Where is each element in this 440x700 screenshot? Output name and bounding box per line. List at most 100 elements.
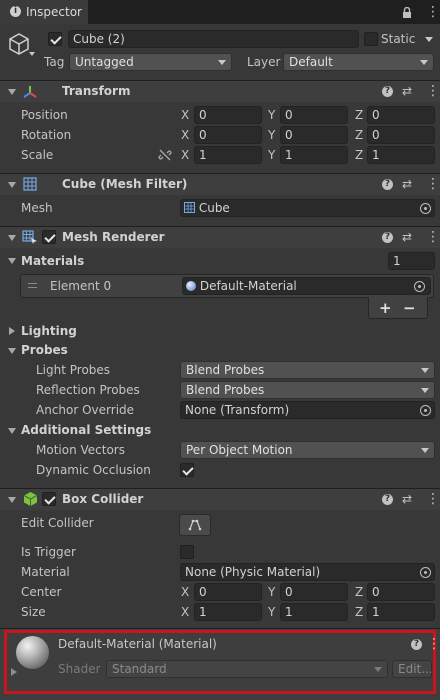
static-checkbox[interactable] bbox=[364, 32, 378, 46]
element-0-label: Element 0 bbox=[50, 279, 112, 293]
materials-foldout-arrow[interactable] bbox=[8, 258, 16, 264]
material-sphere-icon bbox=[186, 281, 196, 291]
component-menu-icon[interactable] bbox=[426, 230, 440, 244]
shader-edit-button[interactable]: Edit... bbox=[392, 660, 432, 678]
light-probes-dropdown[interactable]: Blend Probes bbox=[180, 361, 435, 379]
motion-vectors-dropdown[interactable]: Per Object Motion bbox=[180, 441, 435, 459]
shader-dropdown[interactable]: Standard bbox=[106, 660, 388, 678]
tab-inspector[interactable]: i Inspector bbox=[0, 0, 88, 24]
collider-material-label: Material bbox=[21, 565, 70, 579]
constrain-proportions-icon[interactable] bbox=[158, 148, 172, 165]
probes-label[interactable]: Probes bbox=[21, 341, 68, 359]
help-icon[interactable]: ? bbox=[411, 639, 422, 650]
materials-count-field[interactable]: 1 bbox=[388, 252, 435, 270]
layer-dropdown[interactable]: Default bbox=[283, 53, 434, 71]
list-footer bbox=[368, 297, 428, 319]
component-menu-icon[interactable] bbox=[426, 492, 440, 506]
size-z-field[interactable]: 1 bbox=[367, 603, 435, 621]
position-y-field[interactable]: 0 bbox=[280, 106, 348, 124]
help-icon[interactable]: ? bbox=[382, 86, 393, 97]
center-y-field[interactable]: 0 bbox=[280, 583, 348, 601]
help-icon[interactable]: ? bbox=[382, 179, 393, 190]
rotation-label: Rotation bbox=[21, 128, 72, 142]
object-picker-icon[interactable] bbox=[420, 405, 431, 416]
element-0-object-field[interactable]: Default-Material bbox=[182, 277, 431, 295]
is-trigger-checkbox[interactable] bbox=[180, 545, 194, 559]
axis-x-label: X bbox=[181, 605, 190, 619]
preset-icon[interactable]: ⇄ bbox=[402, 231, 412, 243]
materials-label: Materials bbox=[21, 254, 85, 268]
size-y-field[interactable]: 1 bbox=[280, 603, 348, 621]
transform-foldout-arrow[interactable] bbox=[8, 89, 16, 95]
material-menu-icon[interactable] bbox=[427, 637, 440, 651]
tab-menu-icon[interactable] bbox=[426, 5, 440, 19]
active-checkbox[interactable] bbox=[48, 32, 62, 46]
rotation-z-field[interactable]: 0 bbox=[367, 126, 435, 144]
edit-collider-label: Edit Collider bbox=[21, 516, 94, 530]
preset-icon[interactable]: ⇄ bbox=[402, 178, 412, 190]
size-x-field[interactable]: 1 bbox=[194, 603, 262, 621]
lighting-foldout-arrow[interactable] bbox=[9, 327, 15, 335]
help-icon[interactable]: ? bbox=[382, 232, 393, 243]
scale-z-field[interactable]: 1 bbox=[367, 146, 435, 164]
remove-element-button[interactable]: − bbox=[403, 299, 416, 317]
mesh-object-field[interactable]: Cube bbox=[180, 199, 435, 217]
icon-dropdown-arrow[interactable] bbox=[29, 52, 35, 56]
preset-icon[interactable]: ⇄ bbox=[402, 493, 412, 505]
axis-x-label: X bbox=[181, 585, 190, 599]
object-picker-icon[interactable] bbox=[414, 281, 425, 292]
drag-handle-icon[interactable] bbox=[28, 283, 37, 288]
additional-settings-foldout-arrow[interactable] bbox=[8, 428, 16, 434]
tag-dropdown[interactable]: Untagged bbox=[69, 53, 232, 71]
material-foldout-arrow[interactable] bbox=[11, 668, 17, 676]
lighting-label[interactable]: Lighting bbox=[21, 322, 77, 340]
chevron-down-icon bbox=[421, 368, 429, 373]
position-z-field[interactable]: 0 bbox=[367, 106, 435, 124]
component-menu-icon[interactable] bbox=[426, 177, 440, 191]
collider-material-field[interactable]: None (Physic Material) bbox=[180, 563, 435, 581]
axis-x-label: X bbox=[181, 108, 190, 122]
object-picker-icon[interactable] bbox=[420, 567, 431, 578]
axis-z-label: Z bbox=[355, 585, 364, 599]
mesh-renderer-foldout-arrow[interactable] bbox=[8, 235, 16, 241]
preset-icon[interactable]: ⇄ bbox=[402, 85, 412, 97]
element-0-value: Default-Material bbox=[199, 279, 297, 293]
center-x-field[interactable]: 0 bbox=[194, 583, 262, 601]
object-name-field[interactable]: Cube (2) bbox=[68, 30, 359, 48]
scale-y-field[interactable]: 1 bbox=[280, 146, 348, 164]
center-label: Center bbox=[21, 585, 62, 599]
anchor-override-field[interactable]: None (Transform) bbox=[180, 401, 435, 419]
mesh-filter-foldout-arrow[interactable] bbox=[8, 182, 16, 188]
tag-label: Tag bbox=[44, 55, 65, 69]
shader-value: Standard bbox=[112, 662, 167, 676]
tag-value: Untagged bbox=[75, 55, 134, 69]
object-picker-icon[interactable] bbox=[420, 203, 431, 214]
dynamic-occlusion-checkbox[interactable] bbox=[180, 463, 194, 477]
lock-icon[interactable] bbox=[402, 6, 412, 18]
axis-z-label: Z bbox=[355, 605, 364, 619]
position-x-field[interactable]: 0 bbox=[194, 106, 262, 124]
box-collider-foldout-arrow[interactable] bbox=[8, 497, 16, 503]
rotation-x-field[interactable]: 0 bbox=[194, 126, 262, 144]
box-collider-enabled-checkbox[interactable] bbox=[42, 492, 56, 506]
light-probes-label: Light Probes bbox=[36, 363, 111, 377]
reflection-probes-dropdown[interactable]: Blend Probes bbox=[180, 381, 435, 399]
add-element-button[interactable]: + bbox=[379, 299, 392, 317]
scale-x-field[interactable]: 1 bbox=[194, 146, 262, 164]
static-dropdown-arrow[interactable] bbox=[425, 37, 433, 42]
center-z-field[interactable]: 0 bbox=[367, 583, 435, 601]
mesh-renderer-enabled-checkbox[interactable] bbox=[42, 230, 56, 244]
rotation-y-field[interactable]: 0 bbox=[280, 126, 348, 144]
axis-z-label: Z bbox=[355, 128, 364, 142]
mesh-label: Mesh bbox=[21, 201, 53, 215]
help-icon[interactable]: ? bbox=[382, 494, 393, 505]
size-label: Size bbox=[21, 605, 46, 619]
additional-settings-label[interactable]: Additional Settings bbox=[21, 421, 151, 439]
motion-vectors-value: Per Object Motion bbox=[186, 443, 293, 457]
probes-foldout-arrow[interactable] bbox=[8, 348, 16, 354]
edit-collider-button[interactable] bbox=[179, 514, 211, 536]
chevron-down-icon bbox=[421, 448, 429, 453]
chevron-down-icon bbox=[374, 667, 382, 672]
component-menu-icon[interactable] bbox=[426, 84, 440, 98]
layer-value: Default bbox=[289, 55, 333, 69]
